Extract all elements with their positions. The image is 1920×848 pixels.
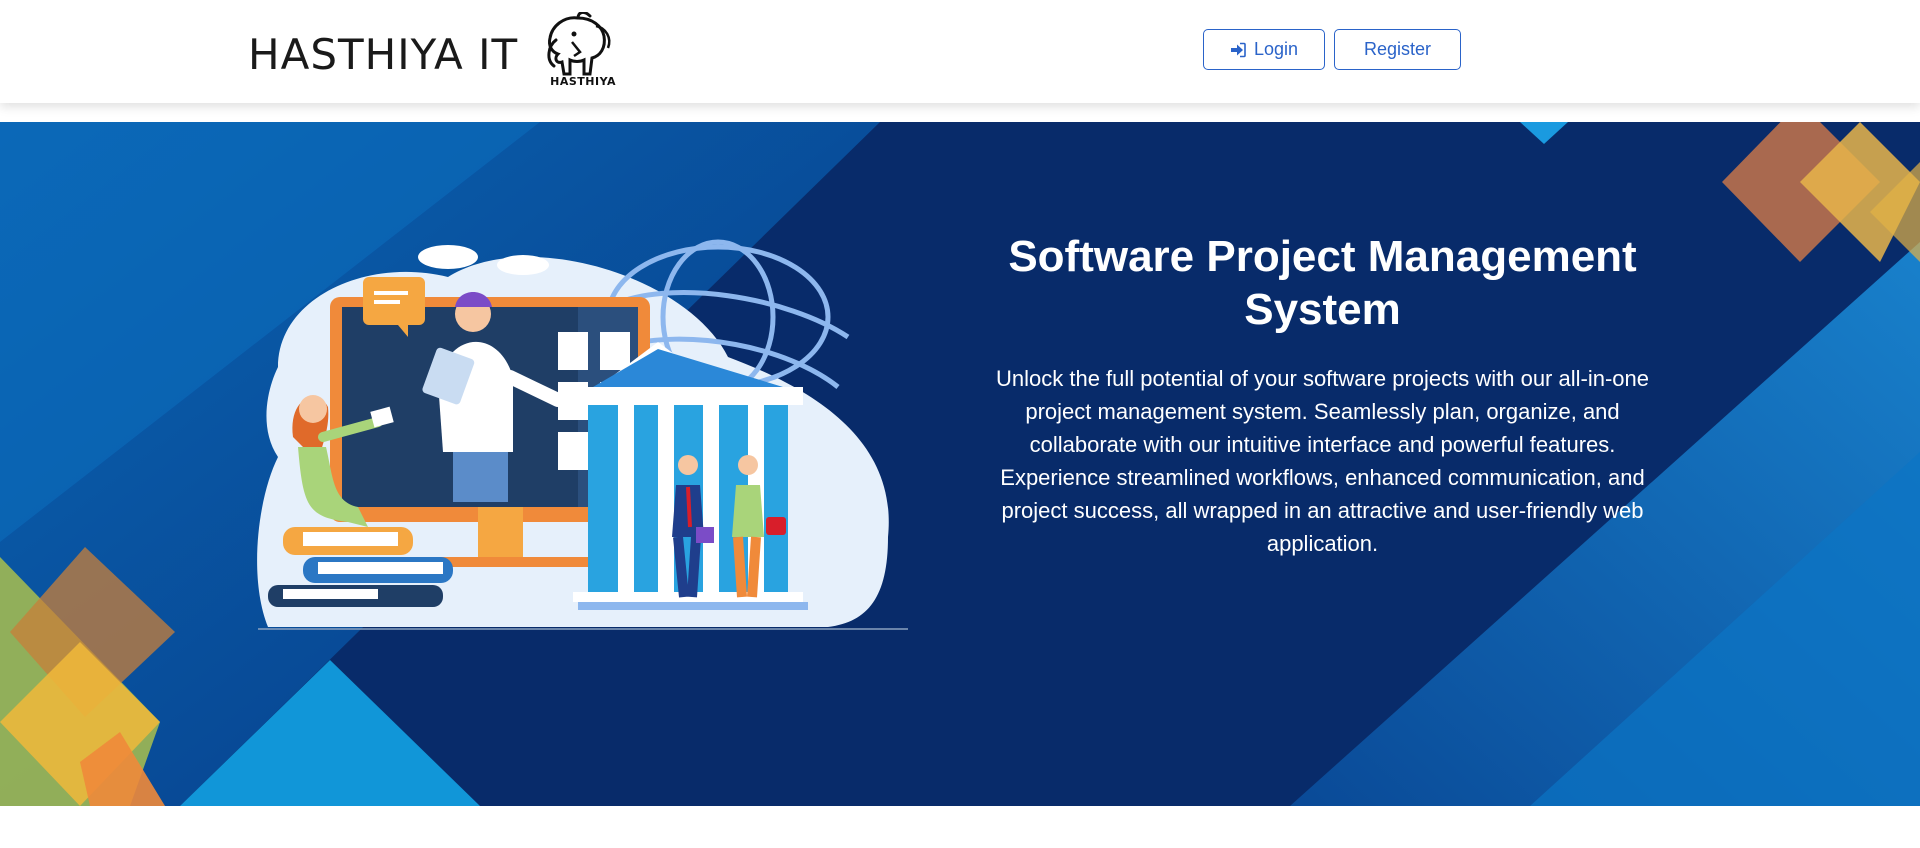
top-navbar: HASTHIYA IT HASTHIYA Login Register xyxy=(0,0,1920,103)
register-label: Register xyxy=(1363,39,1432,59)
logo-caption: HASTHIYA xyxy=(550,75,616,88)
hero-section: Software Project Management System Unloc… xyxy=(0,122,1920,806)
brand-name: HASTHIYA IT xyxy=(248,29,519,79)
online-education-illustration xyxy=(248,237,908,642)
login-label: Login xyxy=(1253,39,1299,59)
brand[interactable]: HASTHIYA IT HASTHIYA xyxy=(248,10,618,96)
login-button[interactable]: Login xyxy=(1203,29,1325,70)
sign-in-icon xyxy=(1230,42,1246,58)
elephant-logo-icon: HASTHIYA xyxy=(534,10,618,96)
hero-description: Unlock the full potential of your softwa… xyxy=(996,366,1649,556)
register-button[interactable]: Register xyxy=(1334,29,1461,70)
hero-title: Software Project Management System xyxy=(1008,232,1637,334)
